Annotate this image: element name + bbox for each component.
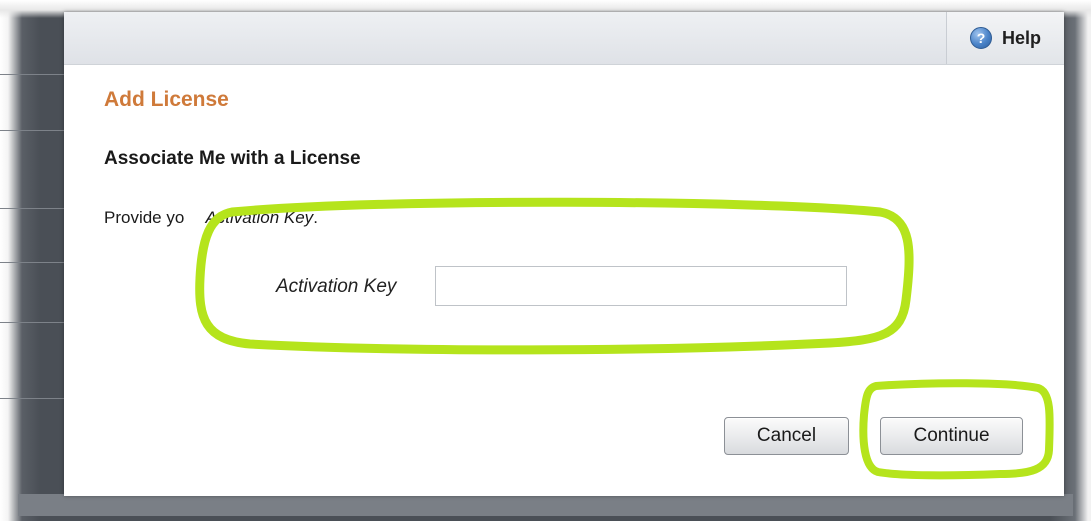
background-divider: [0, 208, 64, 209]
background-bottom: [18, 494, 1073, 516]
instruction-text: Provide your Activation Key.: [104, 208, 318, 228]
background-divider: [0, 398, 64, 399]
background-divider: [0, 74, 64, 75]
instruction-emphasis: Activation Key: [205, 208, 314, 227]
dialog-header: ? Help: [64, 12, 1064, 65]
activation-key-input[interactable]: [435, 266, 847, 306]
background-divider: [0, 130, 64, 131]
help-button[interactable]: ? Help: [946, 12, 1064, 64]
help-icon: ?: [969, 27, 992, 49]
activation-key-label: Activation Key: [276, 276, 397, 297]
section-title: Associate Me with a License: [104, 148, 361, 169]
instruction-suffix: .: [313, 208, 318, 227]
background-divider: [0, 322, 64, 323]
instruction-hidden: ur: [184, 208, 199, 227]
cancel-button[interactable]: Cancel: [724, 417, 849, 455]
help-label: Help: [1001, 27, 1041, 48]
continue-button[interactable]: Continue: [880, 417, 1023, 455]
background-divider: [0, 262, 64, 263]
instruction-prefix: Provide yo: [104, 208, 185, 227]
add-license-dialog: ? Help Add License Associate Me with a L…: [64, 12, 1064, 496]
dialog-title: Add License: [104, 88, 229, 111]
